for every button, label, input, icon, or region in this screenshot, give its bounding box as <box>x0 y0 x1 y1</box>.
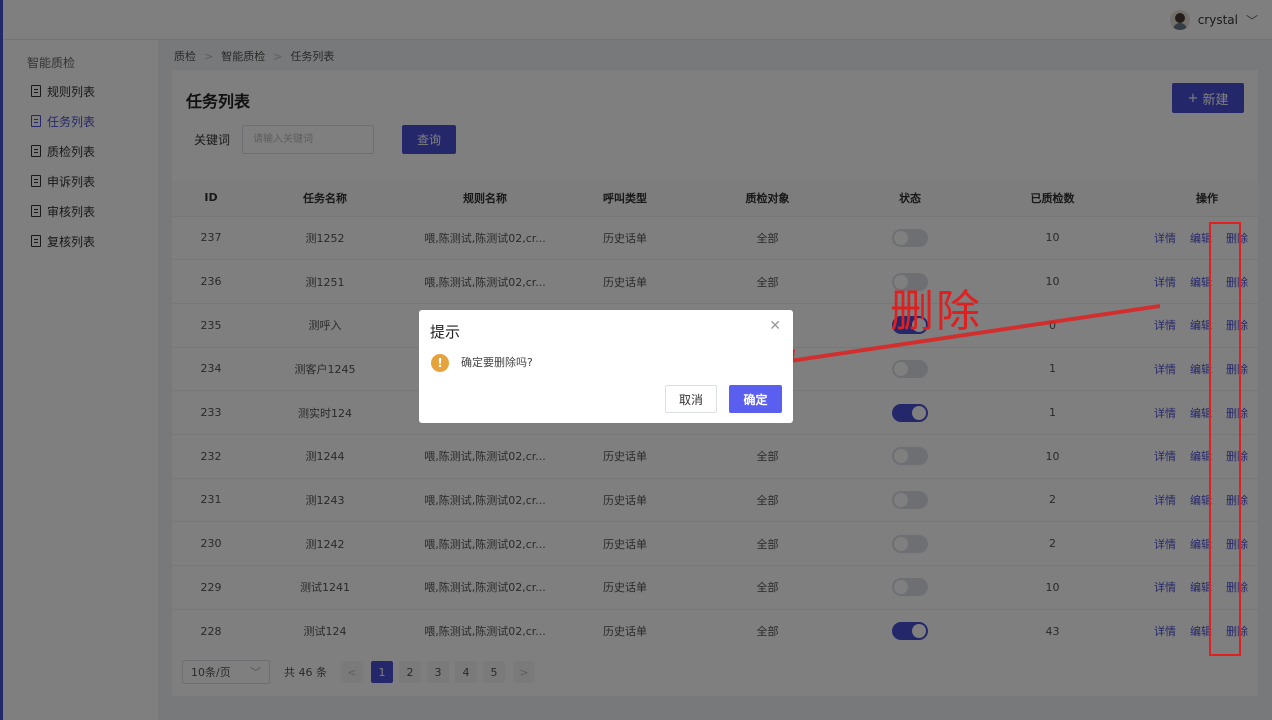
annotation-label: 删除 <box>890 286 982 337</box>
cancel-button[interactable]: 取消 <box>665 385 717 413</box>
close-icon[interactable]: ✕ <box>769 318 781 334</box>
annotation-highlight-box <box>1209 222 1241 656</box>
warning-icon: ! <box>431 354 449 372</box>
dialog-message: 确定要删除吗? <box>461 356 533 369</box>
dialog-title: 提示 <box>430 323 461 341</box>
confirm-button[interactable]: 确定 <box>729 385 782 413</box>
confirm-dialog: 提示 ✕ ! 确定要删除吗? 取消 确定 <box>419 310 793 423</box>
